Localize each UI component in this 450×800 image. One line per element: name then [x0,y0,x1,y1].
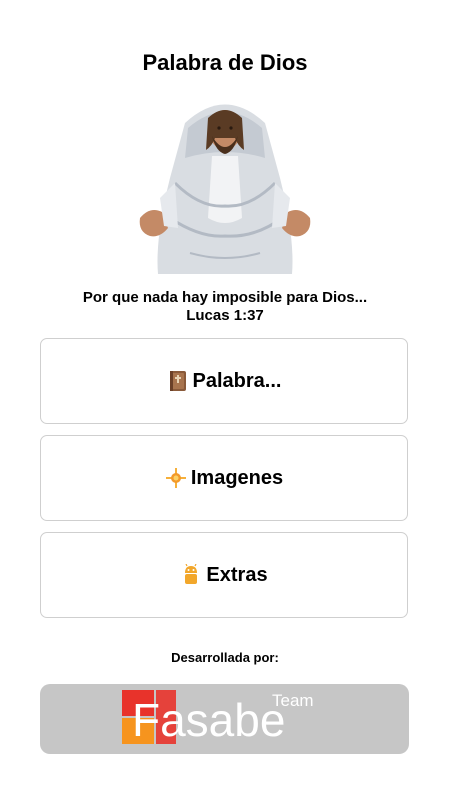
book-icon [167,370,189,392]
palabra-button[interactable]: Palabra... [40,338,408,424]
developer-credit: Desarrollada por: [171,650,279,665]
sparkle-icon [165,467,187,489]
verse-reference: Lucas 1:37 [186,307,264,324]
fasabe-logo: Fasabe Team [122,690,314,746]
imagenes-button[interactable]: Imagenes [40,435,408,521]
android-icon [180,564,202,586]
page-title: Palabra de Dios [142,50,308,75]
svg-text:Team: Team [272,691,314,710]
verse-text: Por que nada hay imposible para Dios... [82,289,368,306]
palabra-label: Palabra... [192,369,282,392]
svg-text:Fasabe: Fasabe [132,694,285,746]
jesus-image [139,104,311,274]
fasabe-logo-banner[interactable]: Fasabe Team [40,684,409,754]
extras-label: Extras [206,563,268,586]
verse-block: Por que nada hay imposible para Dios... … [0,289,450,325]
extras-button[interactable]: Extras [40,532,408,618]
imagenes-label: Imagenes [190,466,284,489]
